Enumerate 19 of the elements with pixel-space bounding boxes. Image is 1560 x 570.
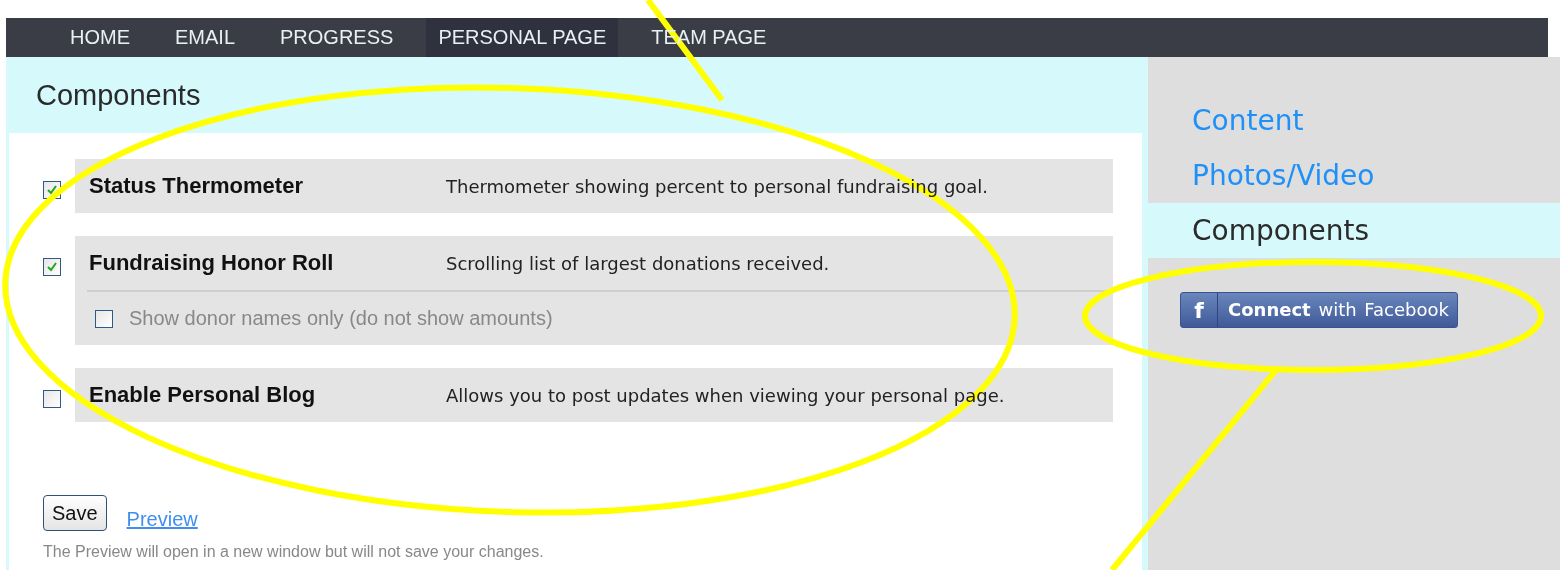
checkbox[interactable] [43,390,61,408]
check-icon [46,261,58,273]
component-name: Status Thermometer [89,173,304,199]
component-description: Scrolling list of largest donations received. [446,252,830,274]
nav-tab[interactable]: PROGRESS [268,18,406,57]
panel-title: Components [36,78,201,112]
check-icon [46,184,58,196]
nav-tab[interactable]: EMAIL [163,18,248,57]
component-name: Fundraising Honor Roll [89,250,335,276]
sidebar-item[interactable]: Components [1148,203,1560,258]
checkbox[interactable] [95,309,113,328]
nav-tab[interactable]: PERSONAL PAGE [426,18,619,57]
nav-tab[interactable]: HOME [58,18,142,57]
save-button[interactable]: Save [43,495,107,531]
checkbox[interactable] [43,258,61,276]
preview-note: The Preview will open in a new window but will not save your changes. [43,543,545,561]
component-name: Enable Personal Blog [89,382,317,408]
facebook-connect-button[interactable]: f Connect with Facebook [1180,292,1458,328]
option-label: Show donor names only (do not show amounts) [129,307,553,330]
